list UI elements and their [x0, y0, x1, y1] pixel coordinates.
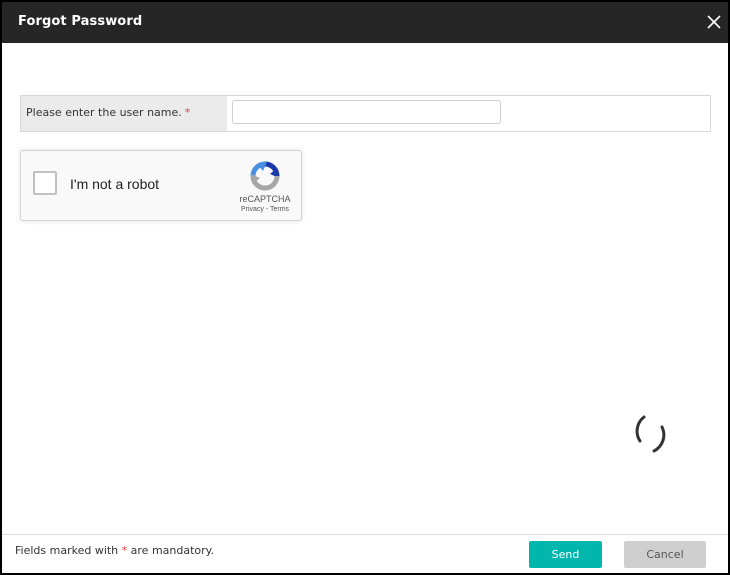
username-label-text: Please enter the user name. [26, 106, 182, 119]
recaptcha-label: I'm not a robot [70, 176, 160, 192]
mandatory-note-suffix: are mandatory. [127, 544, 215, 557]
recaptcha-logo-icon [250, 161, 280, 191]
recaptcha-widget: I'm not a robot reCAPTCHA Privacy - Term… [20, 150, 302, 221]
dialog-footer: Fields marked with * are mandatory. Send… [2, 534, 728, 573]
username-row: Please enter the user name. * [20, 95, 711, 132]
forgot-password-dialog: Forgot Password Please enter the user na… [0, 0, 730, 575]
loading-spinner-icon [635, 415, 666, 453]
send-button[interactable]: Send [529, 541, 602, 568]
mandatory-note: Fields marked with * are mandatory. [15, 544, 214, 557]
dialog-titlebar: Forgot Password [2, 2, 728, 43]
username-label: Please enter the user name. * [26, 106, 190, 119]
close-icon [707, 15, 721, 29]
close-button[interactable] [704, 12, 724, 32]
recaptcha-terms-link[interactable]: Terms [270, 206, 289, 213]
username-input[interactable] [232, 100, 501, 124]
mandatory-note-prefix: Fields marked with [15, 544, 122, 557]
username-value-cell [227, 96, 710, 131]
dialog-title: Forgot Password [18, 14, 143, 29]
recaptcha-brand: reCAPTCHA [239, 194, 291, 204]
cancel-button[interactable]: Cancel [624, 541, 706, 568]
recaptcha-links: Privacy - Terms [226, 206, 304, 213]
recaptcha-privacy-link[interactable]: Privacy [241, 206, 264, 213]
required-marker: * [184, 106, 191, 119]
recaptcha-checkbox[interactable] [33, 171, 57, 195]
username-label-cell: Please enter the user name. * [21, 96, 227, 131]
